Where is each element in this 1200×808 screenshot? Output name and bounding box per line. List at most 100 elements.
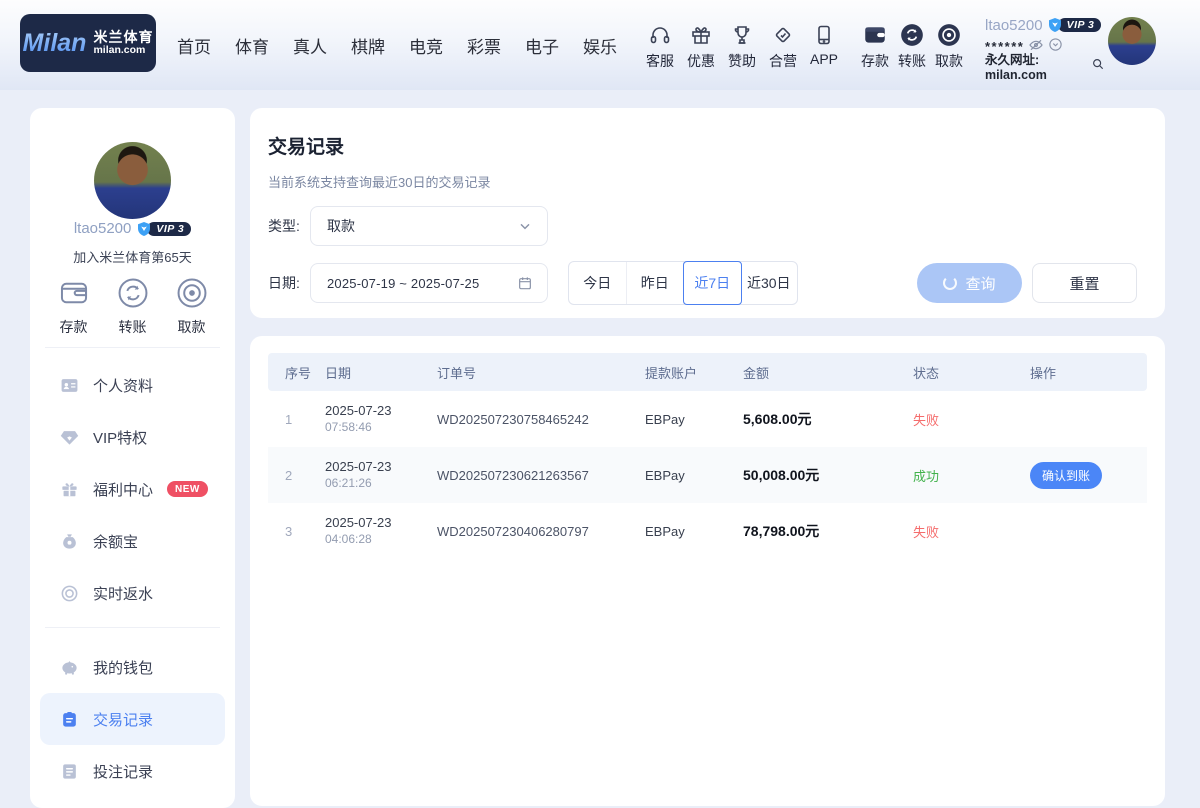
- row-datetime: 2025-07-23 04:06:28: [325, 514, 437, 548]
- app-button[interactable]: APP: [810, 21, 838, 71]
- row-time: 04:06:28: [325, 532, 437, 548]
- type-select[interactable]: 取款: [310, 206, 548, 246]
- row-order-no: WD202507230758465242: [437, 412, 645, 427]
- sidebar-item-yuebao[interactable]: 余额宝: [30, 515, 235, 567]
- sidebar-withdraw-button[interactable]: 取款: [175, 276, 209, 337]
- withdraw-button[interactable]: 取款: [935, 21, 963, 71]
- sponsor-button[interactable]: 赞助: [728, 21, 756, 71]
- range-today-button[interactable]: 今日: [569, 262, 627, 304]
- deposit-label: 存款: [861, 51, 889, 71]
- headset-icon: [647, 21, 674, 48]
- piggy-bank-icon: [60, 658, 79, 677]
- sidebar-menu-records: 我的钱包 交易记录 投注记录: [30, 641, 235, 797]
- deposit-button[interactable]: 存款: [861, 21, 889, 71]
- withdraw-label: 取款: [935, 51, 963, 71]
- sidebar-item-label: 福利中心: [93, 479, 153, 500]
- sidebar-item-vip[interactable]: VIP特权: [30, 411, 235, 463]
- header-avatar[interactable]: [1108, 17, 1156, 65]
- promo-button[interactable]: 优惠: [687, 21, 715, 71]
- sidebar-item-bets[interactable]: 投注记录: [30, 745, 235, 797]
- partner-label: 合营: [769, 51, 797, 71]
- header-wallet-links: 存款 转账 取款: [861, 21, 963, 71]
- sidebar-item-rebate[interactable]: 实时返水: [30, 567, 235, 619]
- transactions-table: 序号 日期 订单号 提款账户 金额 状态 操作 1 2025-07-23 07:…: [268, 353, 1147, 559]
- loading-spinner-icon: [943, 276, 957, 290]
- row-amount: 5,608.00元: [743, 409, 913, 429]
- sidebar-item-welfare[interactable]: 福利中心 NEW: [30, 463, 235, 515]
- nav-item-live[interactable]: 真人: [286, 27, 334, 64]
- row-amount: 78,798.00元: [743, 521, 913, 541]
- vip-shield-icon: [1047, 17, 1063, 33]
- nav-item-home[interactable]: 首页: [170, 27, 218, 64]
- table-row: 2 2025-07-23 06:21:26 WD2025072306212635…: [268, 447, 1147, 503]
- sidebar-item-transactions[interactable]: 交易记录: [40, 693, 225, 745]
- row-account: EBPay: [645, 468, 743, 483]
- col-header-order: 订单号: [437, 363, 645, 382]
- phone-icon: [811, 21, 838, 48]
- search-button[interactable]: 查询: [917, 263, 1022, 303]
- service-button[interactable]: 客服: [646, 21, 674, 71]
- row-index: 1: [268, 412, 325, 427]
- range-yesterday-button[interactable]: 昨日: [627, 262, 685, 304]
- sidebar-item-profile[interactable]: 个人资料: [30, 359, 235, 411]
- nav-item-esports[interactable]: 电竞: [402, 27, 450, 64]
- promo-label: 优惠: [687, 51, 715, 71]
- range-7days-button[interactable]: 近7日: [683, 261, 742, 305]
- row-order-no: WD202507230406280797: [437, 524, 645, 539]
- brand-logo[interactable]: Milan 米兰体育 milan.com: [20, 14, 156, 72]
- row-date: 2025-07-23: [325, 458, 437, 476]
- header-username[interactable]: ltao5200: [985, 17, 1043, 34]
- row-status: 成功: [913, 466, 1030, 485]
- nav-item-sports[interactable]: 体育: [228, 27, 276, 64]
- row-status: 失败: [913, 410, 1030, 429]
- partner-button[interactable]: 合营: [769, 21, 797, 71]
- table-header-row: 序号 日期 订单号 提款账户 金额 状态 操作: [268, 353, 1147, 391]
- sidebar-transfer-button[interactable]: 转账: [116, 276, 150, 337]
- profile-avatar: [94, 142, 171, 219]
- range-30days-button[interactable]: 近30日: [741, 262, 798, 304]
- row-date: 2025-07-23: [325, 402, 437, 420]
- nav-item-slots[interactable]: 电子: [518, 27, 566, 64]
- money-bag-icon: [60, 532, 79, 551]
- row-amount: 50,008.00元: [743, 465, 913, 485]
- wallet-icon: [57, 276, 91, 310]
- col-header-index: 序号: [268, 363, 325, 382]
- nav-item-lottery[interactable]: 彩票: [460, 27, 508, 64]
- sidebar-item-label: VIP特权: [93, 427, 147, 448]
- table-row: 1 2025-07-23 07:58:46 WD2025072307584652…: [268, 391, 1147, 447]
- transfer-button[interactable]: 转账: [898, 21, 926, 71]
- sidebar-deposit-button[interactable]: 存款: [57, 276, 91, 337]
- join-days-text: 加入米兰体育第65天: [30, 247, 235, 266]
- vip-badge: VIP 3: [1047, 17, 1102, 33]
- nav-item-entertainment[interactable]: 娱乐: [576, 27, 624, 64]
- wallet-icon: [862, 21, 889, 48]
- confirm-receipt-button[interactable]: 确认到账: [1030, 462, 1102, 489]
- table-row: 3 2025-07-23 04:06:28 WD2025072304062807…: [268, 503, 1147, 559]
- transaction-record-icon: [60, 710, 79, 729]
- sidebar-menu: 个人资料 VIP特权 福利中心 NEW 余额宝 实时返水: [30, 359, 235, 619]
- col-header-amount: 金额: [743, 363, 913, 382]
- col-header-action: 操作: [1030, 363, 1147, 382]
- type-select-value: 取款: [311, 216, 517, 236]
- nav-item-chess[interactable]: 棋牌: [344, 27, 392, 64]
- sidebar-item-label: 投注记录: [93, 761, 153, 782]
- row-index: 2: [268, 468, 325, 483]
- sidebar-item-wallet[interactable]: 我的钱包: [30, 641, 235, 693]
- date-range-input[interactable]: 2025-07-19 ~ 2025-07-25: [310, 263, 548, 303]
- sidebar-deposit-label: 存款: [60, 317, 88, 337]
- row-datetime: 2025-07-23 06:21:26: [325, 458, 437, 492]
- row-order-no: WD202507230621263567: [437, 468, 645, 483]
- filter-card: 交易记录 当前系统支持查询最近30日的交易记录 类型: 取款 日期: 2025-…: [250, 108, 1165, 318]
- date-range-value: 2025-07-19 ~ 2025-07-25: [311, 276, 517, 291]
- app-label: APP: [810, 51, 838, 67]
- magnifier-icon[interactable]: [1091, 57, 1105, 73]
- chevron-down-icon: [517, 218, 533, 234]
- sidebar-item-label: 余额宝: [93, 531, 138, 552]
- trophy-icon: [729, 21, 756, 48]
- gift-icon: [688, 21, 715, 48]
- reset-button[interactable]: 重置: [1032, 263, 1137, 303]
- col-header-account: 提款账户: [645, 363, 743, 382]
- reset-button-label: 重置: [1069, 273, 1099, 294]
- date-label: 日期:: [268, 263, 300, 303]
- type-label: 类型:: [268, 206, 300, 246]
